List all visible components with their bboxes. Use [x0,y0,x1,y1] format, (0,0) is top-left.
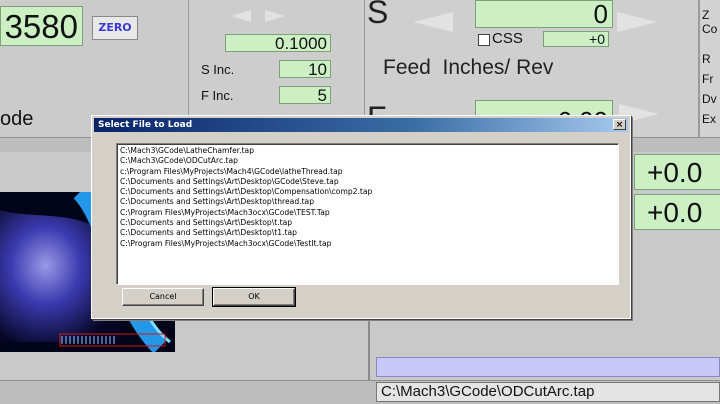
file-list-item[interactable]: C:\Documents and Settings\Art\Desktop\t1… [120,228,618,238]
right-line-4: Ex [702,112,717,126]
f-inc-value: 5 [279,86,331,104]
dialog-title-bar: Select File to Load × [94,118,628,132]
s-inc-label: S Inc. [201,62,235,77]
axis-readout-1: +0.0 [634,154,720,190]
close-icon[interactable]: × [613,119,626,130]
loaded-file-path: C:\Mach3\GCode\ODCutArc.tap [376,382,720,402]
feed-units-label: Feed Inches/ Rev [383,56,554,79]
right-line-2: Fr [702,72,714,86]
right-info-panel: Z Co R Fr Dv Ex [699,0,720,137]
right-line-1: R [702,52,711,66]
file-list[interactable]: C:\Mach3\GCode\LatheChamfer.tap C:\Mach3… [116,143,619,285]
s-inc-value: 10 [279,60,331,78]
file-list-item[interactable]: C:\Mach3\GCode\LatheChamfer.tap [120,146,618,156]
file-list-item-selected[interactable]: C:\Mach3\GCode\LatheChamfer.tap [120,146,254,155]
zero-button[interactable]: ZERO [92,16,138,40]
mode-label: ode [0,108,34,130]
axis-dro: 3580 [0,6,83,46]
f-inc-label: F Inc. [201,88,234,103]
file-list-item[interactable]: c:\Program Files\MyProjects\Mach4\GCode\… [120,167,618,177]
dialog-title: Select File to Load [98,120,193,130]
file-list-item[interactable]: C:\Program Files\MyProjects\Mach3ocx\GCo… [120,239,618,249]
jog-increment-value: 0.1000 [225,34,331,52]
spindle-letter: S [367,0,389,30]
jog-left-arrow[interactable] [231,10,251,22]
file-list-item[interactable]: C:\Program Files\MyProjects\Mach3ocx\GCo… [120,208,618,218]
file-list-item[interactable]: C:\Mach3\GCode\ODCutArc.tap [120,156,618,166]
spindle-left-arrow[interactable] [413,12,453,32]
css-value: +0 [543,31,609,47]
file-list-item[interactable]: C:\Documents and Settings\Art\Desktop\Co… [120,187,618,197]
select-file-dialog: Select File to Load × C:\Mach3\GCode\Lat… [91,115,631,319]
file-list-item[interactable]: C:\Documents and Settings\Art\Desktop\th… [120,197,618,207]
right-line-0: Co [702,22,718,36]
jog-right-arrow[interactable] [265,10,285,22]
progress-highlight-bar [376,357,720,377]
cancel-button[interactable]: Cancel [122,288,204,306]
z-label: Z [702,8,710,22]
axis-readout-2: +0.0 [634,194,720,230]
right-line-3: Dv [702,92,717,106]
spindle-right-arrow[interactable] [617,12,657,32]
spindle-speed-value: 0 [475,0,613,28]
css-label: CSS [492,30,523,47]
ok-button[interactable]: OK [212,287,296,307]
css-checkbox[interactable] [478,34,490,46]
file-list-item[interactable]: C:\Documents and Settings\Art\Desktop\GC… [120,177,618,187]
file-list-item[interactable]: C:\Documents and Settings\Art\Desktop\t.… [120,218,618,228]
